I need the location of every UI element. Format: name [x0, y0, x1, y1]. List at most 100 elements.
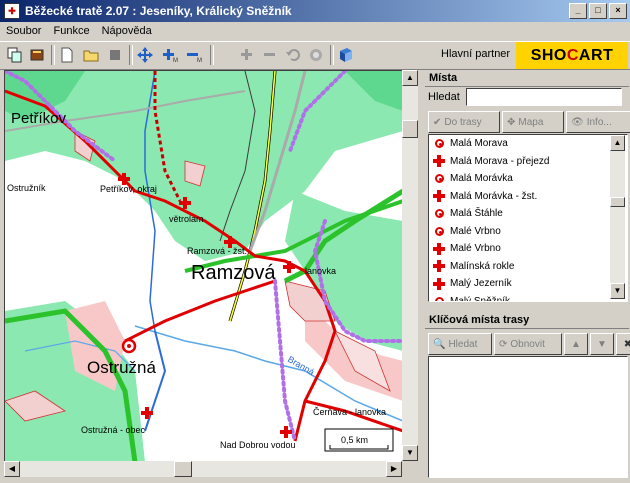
- list-item[interactable]: Malé Vrbno: [429, 223, 627, 241]
- map-label-ramzova-zst: Ramzová - žst.: [187, 246, 247, 256]
- help-book-icon[interactable]: [336, 45, 356, 65]
- zoom-in-icon[interactable]: M: [160, 45, 180, 65]
- add-to-route-button[interactable]: ✔ Do trasy: [428, 111, 500, 133]
- map-vertical-scrollbar[interactable]: ▲ ▼: [402, 70, 418, 461]
- list-item[interactable]: Malá Morava: [429, 135, 627, 153]
- key-places-list[interactable]: [428, 356, 628, 478]
- list-item-label: Malá Morávka - žst.: [450, 190, 538, 202]
- zoom-out-icon[interactable]: M: [184, 45, 204, 65]
- find-button[interactable]: 🔍 Hledat: [428, 333, 492, 355]
- list-item-label: Malé Vrbno: [450, 243, 501, 255]
- menu-funkce[interactable]: Funkce: [47, 25, 95, 37]
- list-item[interactable]: Malá Morávka: [429, 170, 627, 188]
- move-down-button[interactable]: ▼: [590, 333, 614, 355]
- list-scroll-up-icon[interactable]: ▲: [610, 135, 625, 151]
- list-item-label: Malý Jezerník: [450, 278, 512, 290]
- panel-splitter[interactable]: [418, 70, 424, 477]
- list-item[interactable]: Malá Štáhle: [429, 205, 627, 223]
- map-label-lanovka: lanovka: [305, 266, 336, 276]
- place-cross-icon: [433, 277, 445, 290]
- map-label-ostruzna: Ostružná: [87, 358, 157, 377]
- menu-bar: Soubor Funkce Nápověda: [0, 22, 630, 40]
- map-button[interactable]: ✥ Mapa: [502, 111, 564, 133]
- map-horizontal-scrollbar[interactable]: ◀ ▶: [4, 461, 402, 477]
- places-heading: Místa: [425, 70, 629, 87]
- map-view[interactable]: Petříkov Ostružník Petříkov, okraj větro…: [4, 70, 404, 463]
- map-canvas[interactable]: Petříkov Ostružník Petříkov, okraj větro…: [5, 71, 403, 462]
- delete-button[interactable]: ✖: [616, 333, 630, 355]
- remove-point-icon[interactable]: [260, 45, 280, 65]
- title-bar: ✚ Běžecké tratě 2.07 : Jeseníky, Králick…: [0, 0, 630, 22]
- arrow-down-icon: ▼: [597, 338, 607, 350]
- move-icon[interactable]: [135, 45, 155, 65]
- book-icon[interactable]: [27, 45, 47, 65]
- map-scale-label: 0,5 km: [341, 435, 368, 445]
- menu-napoveda[interactable]: Nápověda: [96, 25, 158, 37]
- places-search-row: Hledat: [428, 88, 622, 106]
- move-icon: ✥: [507, 116, 516, 128]
- scroll-left-icon[interactable]: ◀: [4, 461, 20, 477]
- place-cross-icon: [433, 190, 445, 203]
- record-icon[interactable]: [306, 45, 326, 65]
- app-icon[interactable]: ✚: [4, 3, 20, 19]
- maximize-button[interactable]: □: [589, 3, 607, 19]
- svg-text:M: M: [197, 58, 202, 63]
- map-label-cernava-lanovka: Čerňava - lanovka: [313, 407, 386, 417]
- place-cross-icon: [433, 155, 445, 168]
- place-ring-icon: [433, 173, 445, 185]
- horizontal-scroll-thumb[interactable]: [174, 461, 192, 477]
- map-label-ostruzna-obec: Ostružná - obec: [81, 425, 146, 435]
- vertical-scroll-thumb[interactable]: [402, 120, 418, 138]
- place-ring-icon: [433, 225, 445, 237]
- stop-icon[interactable]: [105, 45, 125, 65]
- delete-icon: ✖: [623, 338, 630, 350]
- map-label-petrikov-okraj: Petříkov, okraj: [100, 184, 157, 194]
- menu-soubor[interactable]: Soubor: [0, 25, 47, 37]
- add-point-icon[interactable]: [237, 45, 257, 65]
- scroll-right-icon[interactable]: ▶: [386, 461, 402, 477]
- list-item[interactable]: Malý Jezerník: [429, 275, 627, 293]
- map-label-vetrolam: větrolam: [169, 214, 204, 224]
- list-item[interactable]: Malínská rokle: [429, 258, 627, 276]
- list-item-label: Malá Štáhle: [450, 208, 503, 220]
- map-label-petrikov: Petříkov: [11, 110, 67, 127]
- search-label: Hledat: [428, 91, 460, 103]
- places-list[interactable]: Malá Morava Malá Morava - přejezd Malá Mor…: [428, 134, 628, 302]
- places-panel: Místa: [425, 70, 629, 87]
- list-item[interactable]: Malé Vrbno: [429, 240, 627, 258]
- list-scroll-thumb[interactable]: [610, 197, 625, 207]
- undo-icon[interactable]: [283, 45, 303, 65]
- places-list-scrollbar[interactable]: ▲ ▼: [610, 135, 625, 299]
- list-item-label: Malá Morávka: [450, 173, 513, 185]
- copy-icon[interactable]: [5, 45, 25, 65]
- list-item[interactable]: Malý Sněžník: [429, 293, 627, 301]
- open-icon[interactable]: [81, 45, 101, 65]
- map-label-ostruznik: Ostružník: [7, 183, 46, 193]
- place-ring-icon: [433, 295, 445, 301]
- list-scroll-down-icon[interactable]: ▼: [610, 283, 625, 299]
- place-ring-icon: [433, 138, 445, 150]
- place-cross-icon: [433, 242, 445, 255]
- scroll-up-icon[interactable]: ▲: [402, 70, 418, 86]
- map-label-ramzova: Ramzová: [191, 262, 276, 284]
- list-item[interactable]: Malá Morávka - žst.: [429, 188, 627, 206]
- list-item-label: Malé Vrbno: [450, 225, 501, 237]
- list-item[interactable]: Malá Morava - přejezd: [429, 153, 627, 171]
- list-item-label: Malá Morava - přejezd: [450, 155, 550, 167]
- shocart-logo[interactable]: SHO C ART: [516, 42, 628, 69]
- list-item-label: Malínská rokle: [450, 260, 515, 272]
- arrow-up-icon: ▲: [571, 338, 581, 350]
- place-cross-icon: [433, 260, 445, 273]
- scroll-down-icon[interactable]: ▼: [402, 445, 418, 461]
- info-button[interactable]: 👁 Info...: [566, 111, 630, 133]
- minimize-button[interactable]: _: [569, 3, 587, 19]
- search-icon: 🔍: [433, 338, 446, 350]
- svg-text:M: M: [173, 58, 178, 63]
- partner-label: Hlavní partner: [441, 48, 511, 60]
- close-button[interactable]: ×: [609, 3, 627, 19]
- move-up-button[interactable]: ▲: [564, 333, 588, 355]
- new-icon[interactable]: [57, 45, 77, 65]
- place-ring-icon: [433, 208, 445, 220]
- search-input[interactable]: [465, 88, 622, 106]
- refresh-button[interactable]: ⟳ Obnovit: [494, 333, 562, 355]
